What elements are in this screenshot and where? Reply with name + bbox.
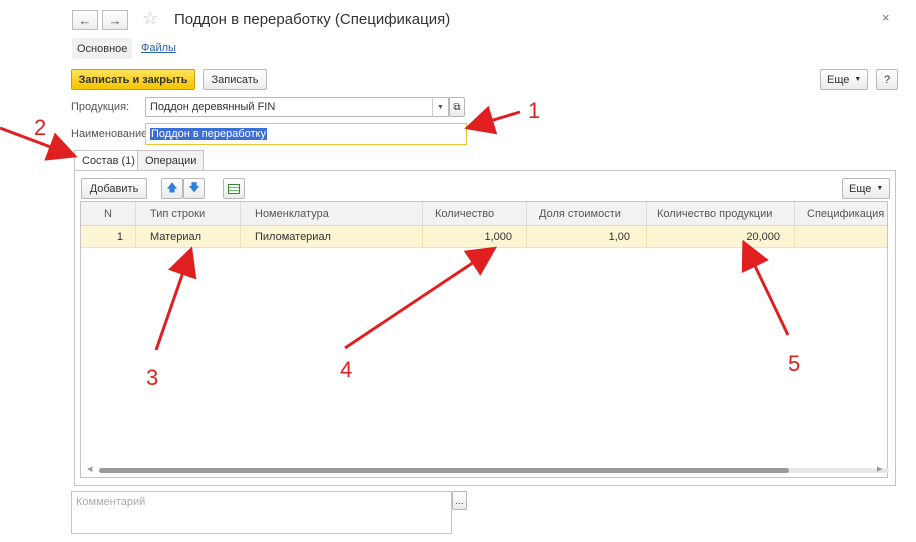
annotation-label-5: 5	[788, 351, 801, 376]
annotation-label-1: 1	[528, 98, 541, 123]
annotation-label-4: 4	[340, 357, 353, 382]
annotation-arrow-3	[154, 246, 197, 351]
annotation-label-3: 3	[146, 365, 159, 390]
annotation-arrows	[0, 105, 790, 351]
annotation-arrow-4	[344, 246, 497, 350]
annotation-arrow-1	[464, 105, 521, 135]
annotation-label-2: 2	[34, 115, 47, 140]
annotation-arrow-5	[741, 239, 790, 336]
